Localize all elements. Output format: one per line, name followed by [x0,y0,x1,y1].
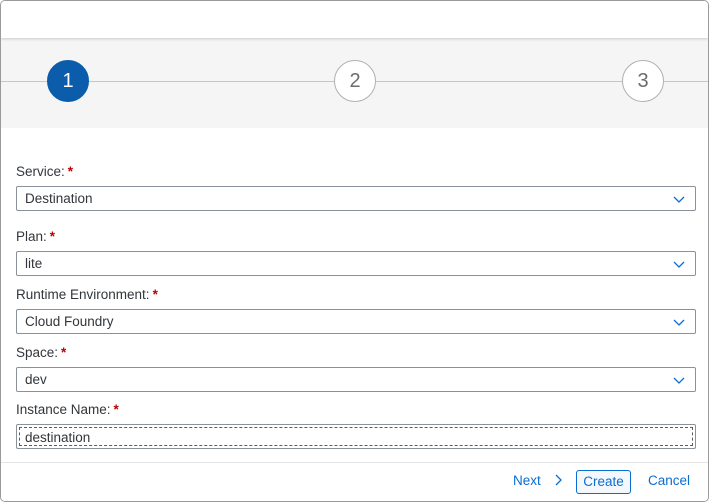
dialog-header [1,1,708,38]
chevron-down-icon [673,377,685,384]
space-label: Space: * [16,345,67,360]
required-mark: * [61,345,67,360]
plan-value: lite [25,256,43,271]
runtime-environment-label: Runtime Environment: * [16,287,158,302]
step-1[interactable]: 1 [47,60,89,102]
step-2[interactable]: 2 [334,60,376,102]
required-mark: * [113,402,119,417]
create-button[interactable]: Create [576,470,631,494]
wizard-stepper: 1 2 3 [1,38,708,128]
space-select[interactable]: dev [16,367,696,392]
cancel-button[interactable]: Cancel [646,470,692,494]
instance-name-input[interactable]: destination [16,424,696,449]
chevron-right-icon [555,474,562,486]
required-mark: * [49,229,56,244]
next-button-label: Next [513,473,541,488]
chevron-down-icon [673,319,685,326]
instance-name-label: Instance Name: * [16,402,119,417]
required-mark: * [152,287,158,302]
create-instance-dialog: 1 2 3 Service: * Destination Plan: * lite … [0,0,709,502]
service-select[interactable]: Destination [16,186,696,211]
space-value: dev [25,372,47,387]
dialog-footer: Next Create Cancel [1,462,708,501]
service-label: Service: * [16,164,74,179]
chevron-down-icon [673,196,685,203]
chevron-down-icon [673,261,685,268]
service-value: Destination [25,191,93,206]
next-button[interactable]: Next [511,470,565,494]
step-3[interactable]: 3 [622,60,664,102]
instance-name-value[interactable]: destination [19,427,693,446]
plan-select[interactable]: lite [16,251,696,276]
required-mark: * [67,164,74,179]
runtime-environment-select[interactable]: Cloud Foundry [16,309,696,334]
runtime-environment-value: Cloud Foundry [25,314,114,329]
plan-label: Plan: * [16,229,56,244]
